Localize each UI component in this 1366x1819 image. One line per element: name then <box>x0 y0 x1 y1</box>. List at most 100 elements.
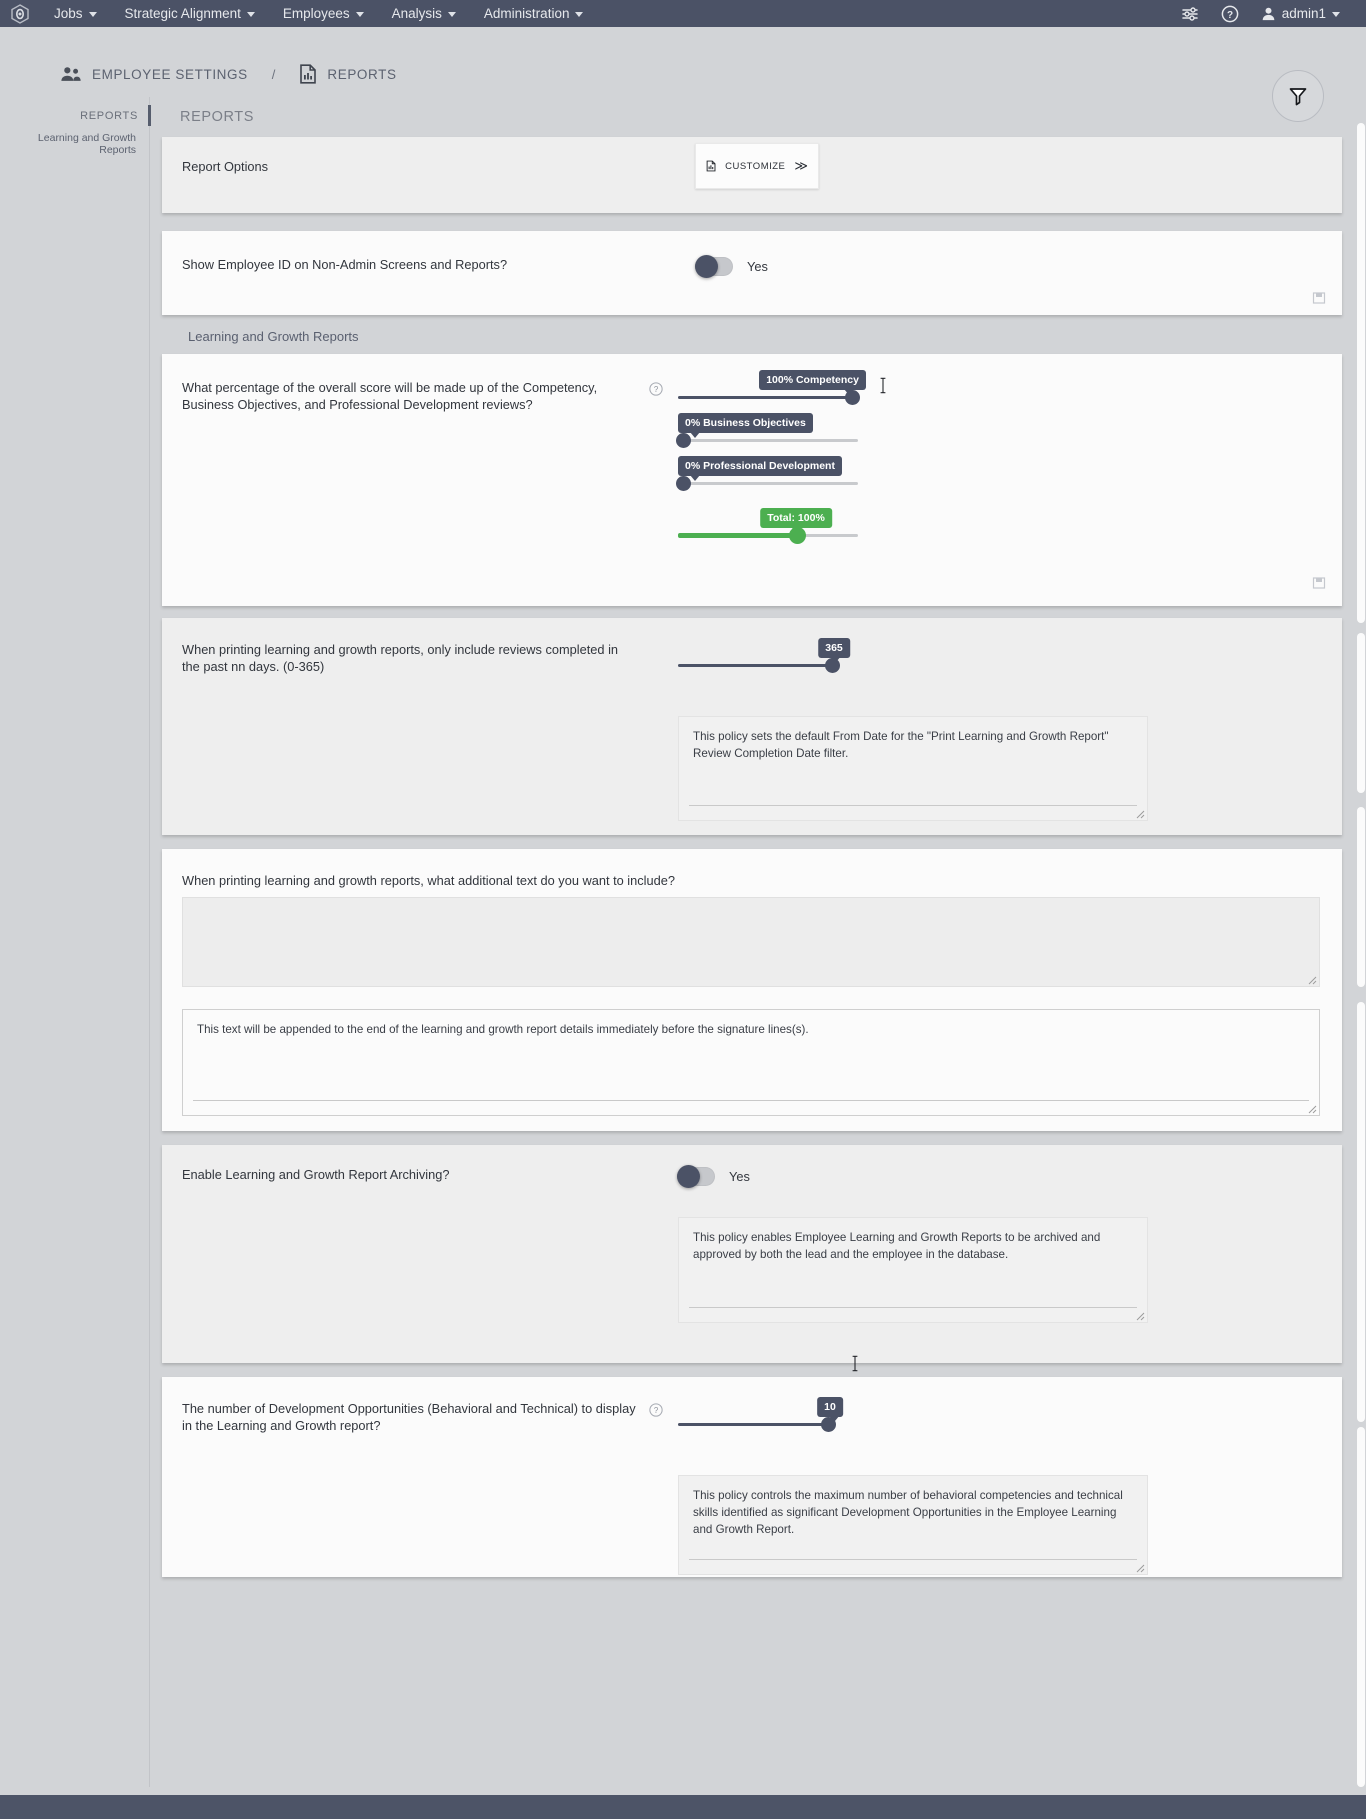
slider-bubble-professional-development: 0% Professional Development <box>678 456 842 481</box>
dev-opportunities-question: The number of Development Opportunities … <box>182 1401 636 1433</box>
archiving-label: Enable Learning and Growth Report Archiv… <box>182 1167 450 1182</box>
nav-item-analysis[interactable]: Analysis <box>378 0 470 27</box>
sidebar-item-learning-and-growth-reports[interactable]: Learning and Growth Reports <box>0 126 149 160</box>
review-days-description[interactable]: This policy sets the default From Date f… <box>678 716 1148 821</box>
slider-thumb[interactable] <box>845 390 860 405</box>
nav-item-label: Jobs <box>54 6 83 21</box>
additional-text-description[interactable]: This text will be appended to the end of… <box>182 1009 1320 1116</box>
dev-opportunities-card: The number of Development Opportunities … <box>162 1377 1342 1577</box>
slider-competency[interactable]: 100% Competency <box>678 370 866 410</box>
slider-total: Total: 100% <box>678 508 858 548</box>
archiving-toggle[interactable] <box>677 1165 715 1188</box>
svg-text:?: ? <box>1227 10 1233 21</box>
dev-opportunities-description-text: This policy controls the maximum number … <box>693 1489 1123 1536</box>
slider-thumb[interactable] <box>676 476 691 491</box>
customize-button[interactable]: CUSTOMIZE ≫ <box>695 143 819 189</box>
description-underline <box>689 1559 1137 1560</box>
slider-review-days[interactable]: 365 <box>678 638 850 678</box>
resize-grip-icon[interactable] <box>1135 1563 1145 1573</box>
app-logo[interactable] <box>0 0 40 27</box>
nav-item-label: Analysis <box>391 6 442 21</box>
resize-grip-icon[interactable] <box>1135 1311 1145 1321</box>
scrollbar-thumb-mid[interactable] <box>1357 633 1365 793</box>
svg-text:?: ? <box>654 385 659 394</box>
nav-item-administration[interactable]: Administration <box>470 0 598 27</box>
slider-dev-opportunities[interactable]: 10 <box>678 1397 843 1437</box>
show-employee-id-toggle-value: Yes <box>747 259 768 274</box>
scrollbar-thumb-lower[interactable] <box>1357 807 1365 987</box>
chevron-down-icon <box>1332 12 1340 17</box>
breadcrumb-item-reports[interactable]: REPORTS <box>299 64 396 84</box>
description-underline <box>193 1100 1309 1101</box>
slider-bubble-review-days: 365 <box>818 638 850 663</box>
review-days-card: When printing learning and growth report… <box>162 618 1342 835</box>
group-title-learning-and-growth-reports: Learning and Growth Reports <box>188 329 359 344</box>
review-days-question: When printing learning and growth report… <box>182 642 619 674</box>
save-indicator-icon[interactable] <box>1312 291 1328 307</box>
chevron-down-icon <box>355 12 364 17</box>
save-indicator-icon[interactable] <box>1312 576 1328 592</box>
top-nav-actions: ? admin1 <box>1181 5 1354 23</box>
svg-text:?: ? <box>654 1406 659 1415</box>
username-label: admin1 <box>1281 6 1326 21</box>
sliders-icon[interactable] <box>1181 5 1199 23</box>
sidebar-title-reports[interactable]: REPORTS <box>0 105 151 126</box>
sidebar: REPORTS Learning and Growth Reports <box>0 97 151 1787</box>
resize-grip-icon[interactable] <box>1307 975 1317 985</box>
nav-item-employees[interactable]: Employees <box>269 0 378 27</box>
scrollbar-thumb-bottom[interactable] <box>1357 1002 1365 1422</box>
nav-item-jobs[interactable]: Jobs <box>40 0 111 27</box>
slider-business-objectives[interactable]: 0% Business Objectives <box>676 413 858 453</box>
report-options-card: Report Options CUSTOMIZE ≫ <box>162 137 1342 213</box>
bottom-bar <box>0 1795 1366 1819</box>
slider-thumb[interactable] <box>821 1417 836 1432</box>
slider-professional-development[interactable]: 0% Professional Development <box>676 456 858 496</box>
slider-bubble-business-objectives: 0% Business Objectives <box>678 413 813 438</box>
user-menu[interactable]: admin1 <box>1261 6 1340 21</box>
show-employee-id-card: Show Employee ID on Non-Admin Screens an… <box>162 231 1342 315</box>
people-icon <box>61 67 81 81</box>
slider-thumb[interactable] <box>825 658 840 673</box>
additional-text-description-text: This text will be appended to the end of… <box>197 1023 809 1036</box>
nav-item-label: Strategic Alignment <box>124 6 241 21</box>
toggle-knob <box>695 255 718 278</box>
archiving-card: Enable Learning and Growth Report Archiv… <box>162 1145 1342 1363</box>
text-cursor-icon <box>852 1355 858 1372</box>
slider-track <box>678 396 858 399</box>
slider-thumb[interactable] <box>676 433 691 448</box>
scrollbar-thumb-upper[interactable] <box>1357 123 1365 623</box>
dev-opportunities-help-icon[interactable]: ? <box>637 1401 675 1575</box>
slider-bubble-competency: 100% Competency <box>759 370 866 395</box>
resize-grip-icon[interactable] <box>1135 809 1145 819</box>
user-avatar-icon <box>1262 7 1275 21</box>
dev-opportunities-description[interactable]: This policy controls the maximum number … <box>678 1475 1148 1575</box>
toggle-knob <box>677 1165 700 1188</box>
slider-track <box>678 1423 834 1426</box>
slider-track <box>678 664 834 667</box>
chevron-down-icon <box>447 12 456 17</box>
nav-item-strategic-alignment[interactable]: Strategic Alignment <box>111 0 269 27</box>
archiving-description[interactable]: This policy enables Employee Learning an… <box>678 1217 1148 1323</box>
slider-track <box>678 439 858 442</box>
main-menu: Jobs Strategic Alignment Employees Analy… <box>40 0 1181 27</box>
breadcrumb-item-employee-settings[interactable]: EMPLOYEE SETTINGS <box>60 65 248 83</box>
resize-grip-icon[interactable] <box>1307 1104 1317 1114</box>
scrollbar-track[interactable] <box>1356 27 1366 1795</box>
report-chart-icon <box>706 160 716 172</box>
main-content: REPORTS Report Options CUSTOMIZE ≫ Show … <box>150 97 1366 1787</box>
chevron-double-right-icon: ≫ <box>794 158 808 173</box>
help-circle-icon[interactable]: ? <box>1221 5 1239 23</box>
additional-text-input[interactable] <box>182 897 1320 987</box>
show-employee-id-toggle[interactable] <box>695 255 733 278</box>
slider-track-fill <box>678 533 798 538</box>
score-percentages-help-icon[interactable]: ? <box>637 380 675 548</box>
breadcrumb-label: REPORTS <box>327 66 397 82</box>
breadcrumb: EMPLOYEE SETTINGS / REPORTS <box>0 27 1366 97</box>
nav-item-label: Administration <box>483 6 570 21</box>
body-row: REPORTS Learning and Growth Reports REPO… <box>0 97 1366 1787</box>
report-options-label: Report Options <box>182 159 269 174</box>
additional-text-card: When printing learning and growth report… <box>162 849 1342 1131</box>
scrollbar-thumb-end[interactable] <box>1357 1427 1365 1787</box>
